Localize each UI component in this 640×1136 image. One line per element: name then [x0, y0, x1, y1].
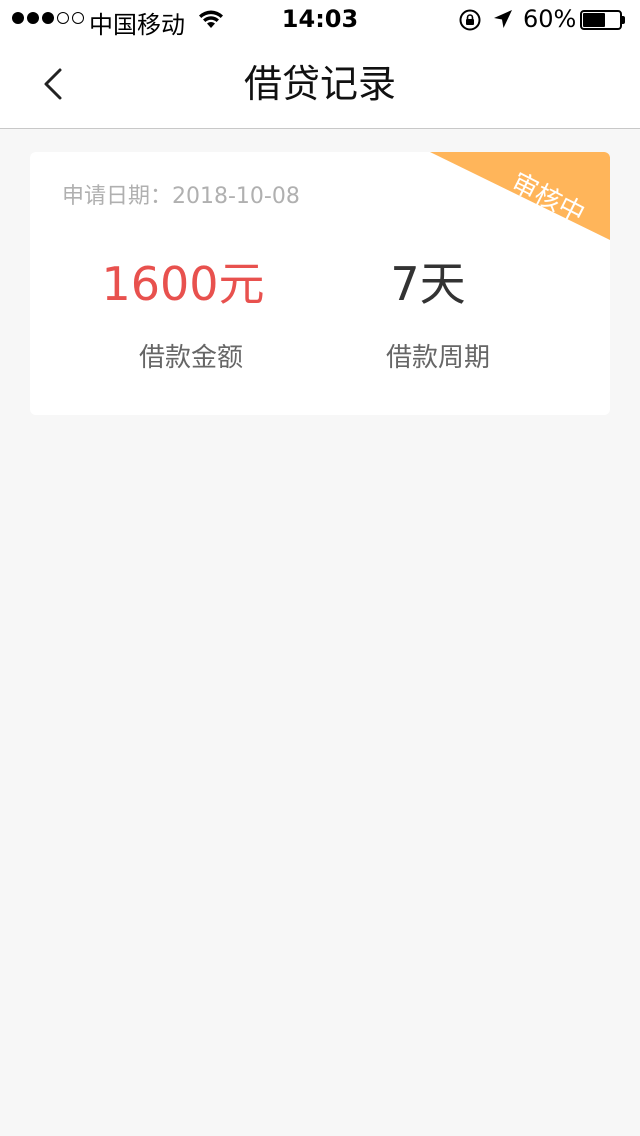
battery-icon — [580, 10, 625, 30]
loan-amount-label: 借款金额 — [138, 343, 243, 373]
rotation-lock-icon — [458, 8, 482, 38]
apply-date: 申请日期：2018-10-08 — [62, 184, 300, 209]
loan-amount-value: 1600元 — [101, 257, 265, 311]
battery-percentage: 60% — [523, 5, 577, 33]
loan-period-value: 7天 — [390, 257, 466, 311]
status-badge: 审核中 — [430, 152, 610, 242]
status-bar: 中国移动 14:03 60% — [0, 0, 640, 40]
location-arrow-icon — [492, 8, 514, 36]
loan-record-card[interactable]: 申请日期：2018-10-08 审核中 1600元 借款金额 7天 借款周期 — [30, 152, 610, 415]
loan-period-label: 借款周期 — [385, 343, 490, 373]
navigation-bar: 借贷记录 — [0, 40, 640, 129]
page-title: 借贷记录 — [243, 62, 396, 106]
